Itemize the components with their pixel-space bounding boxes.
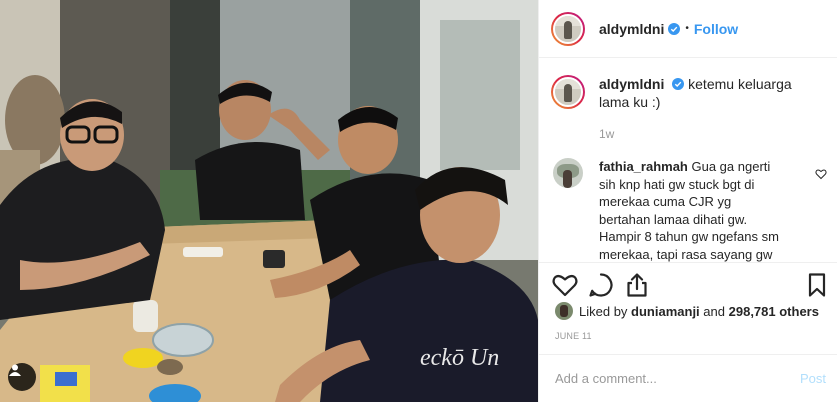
user-tag-button[interactable]	[8, 363, 36, 391]
verified-badge-icon	[672, 78, 685, 90]
action-bar	[539, 262, 837, 306]
caption-username[interactable]: aldymldni	[599, 76, 664, 92]
post-side-panel: aldymldni • Follow aldymldni ketemu kelu…	[538, 0, 837, 402]
separator-dot: •	[685, 23, 689, 34]
commenter-avatar[interactable]	[553, 158, 583, 188]
likes-prefix: Liked by	[579, 303, 628, 319]
add-comment-bar: Post	[539, 354, 837, 402]
liker-avatar[interactable]	[555, 302, 573, 320]
photo-scene: eckō Un	[0, 0, 538, 402]
comment-icon[interactable]	[587, 271, 615, 299]
user-tag-icon	[9, 364, 21, 376]
follow-button[interactable]: Follow	[694, 21, 738, 37]
post-header: aldymldni • Follow	[539, 0, 837, 58]
author-username[interactable]: aldymldni	[599, 21, 664, 37]
comments-section[interactable]: aldymldni ketemu keluarga lama ku :) 1w …	[539, 59, 837, 262]
post-date[interactable]: JUNE 11	[555, 331, 592, 341]
author-avatar[interactable]	[551, 11, 585, 46]
post-comment-button[interactable]: Post	[800, 371, 826, 386]
comment-item: fathia_rahmah Gua ga ngerti sih knp hati…	[553, 158, 833, 262]
comment-text: Gua ga ngerti sih knp hati gw stuck bgt …	[599, 159, 779, 262]
caption: aldymldni ketemu keluarga lama ku :)	[551, 75, 831, 111]
post-photo[interactable]: eckō Un	[0, 0, 538, 402]
commenter-username[interactable]: fathia_rahmah	[599, 159, 688, 174]
heart-icon[interactable]	[551, 271, 579, 299]
caption-avatar[interactable]	[551, 75, 585, 109]
comment-input[interactable]	[555, 371, 775, 386]
verified-badge-icon	[668, 22, 681, 35]
comment-like-heart-icon[interactable]	[815, 168, 827, 180]
likes-row: Liked by duniamanji and 298,781 others	[555, 302, 819, 320]
svg-text:eckō Un: eckō Un	[420, 345, 499, 371]
likes-joiner: and	[703, 303, 725, 319]
bookmark-icon[interactable]	[803, 271, 831, 299]
liker-username[interactable]: duniamanji	[631, 304, 700, 319]
likes-count[interactable]: 298,781 others	[729, 304, 819, 319]
caption-timestamp[interactable]: 1w	[599, 127, 614, 141]
share-icon[interactable]	[623, 271, 651, 299]
